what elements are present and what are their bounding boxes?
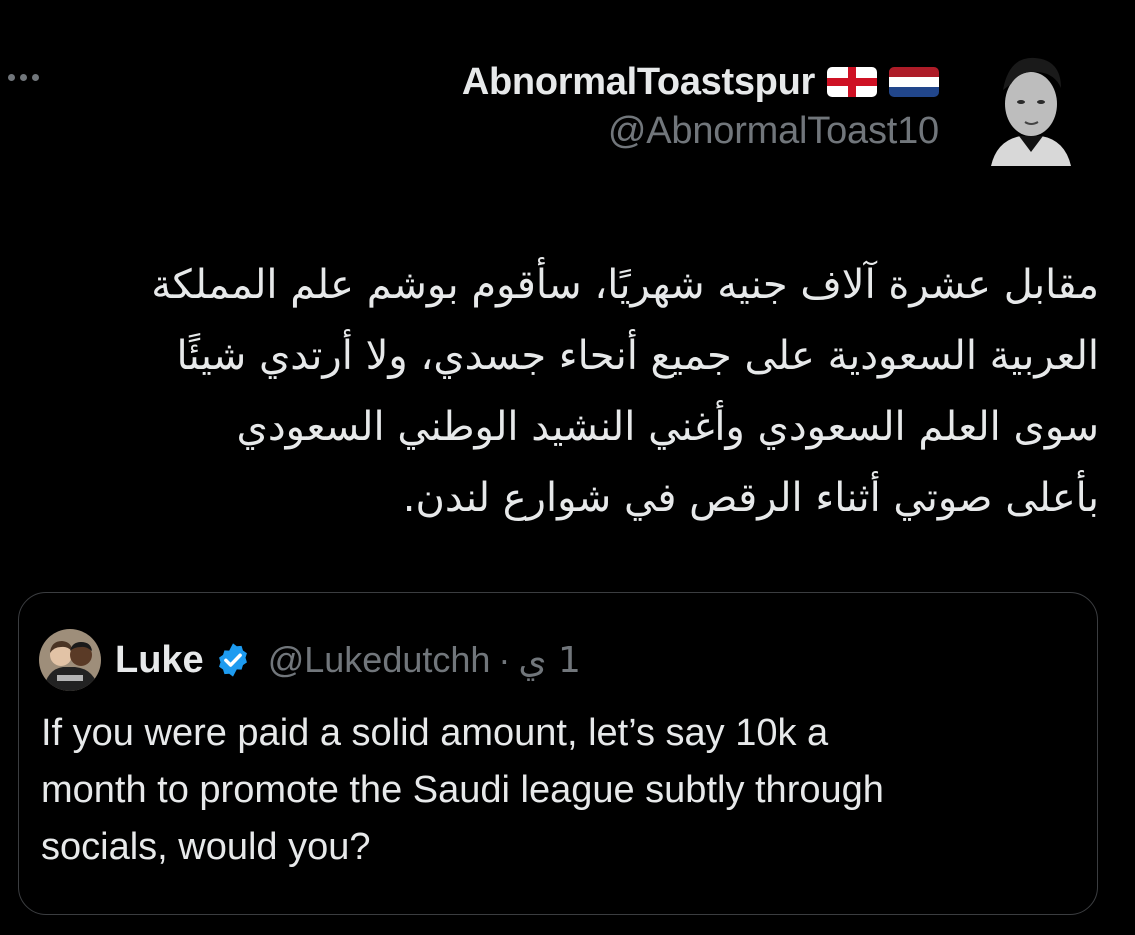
author-display-name[interactable]: AbnormalToastspur [462,61,815,104]
verified-badge-icon [214,641,252,679]
more-dot [32,73,39,81]
quote-header: Luke @Lukedutchh · 1 ي [39,629,581,691]
display-name-row: AbnormalToastspur [462,58,939,106]
author-avatar[interactable] [981,44,1078,166]
author-handle[interactable]: @AbnormalToast10 [462,110,939,153]
tweet-text-line: مقابل عشرة آلاف جنيه شهريًا، سأقوم بوشم … [151,262,1099,308]
tweet-text: مقابل عشرة آلاف جنيه شهريًا، سأقوم بوشم … [14,250,1099,534]
quote-author-name[interactable]: Luke [115,639,204,682]
quote-separator: · [498,639,511,680]
quote-text-line: month to promote the Saudi league subtly… [41,769,884,811]
profile-photo-icon [981,44,1078,166]
quote-text: If you were paid a solid amount, let’s s… [41,705,1071,876]
tweet-text-line: سوى العلم السعودي وأغني النشيد الوطني ال… [236,404,1099,450]
quote-avatar[interactable] [39,629,101,691]
tweet-text-line: العربية السعودية على جميع أنحاء جسدي، ول… [176,333,1099,379]
quote-author-handle[interactable]: @Lukedutchh [268,639,491,681]
more-options-button[interactable] [6,62,54,92]
quote-timestamp[interactable]: 1 ي [518,640,581,681]
more-dots-icon [8,73,15,81]
more-dot [20,73,27,81]
england-flag-icon [827,67,877,97]
quote-profile-photo-icon [39,629,101,691]
quote-text-line: socials, would you? [41,826,371,868]
tweet-author: AbnormalToastspur @AbnormalToast10 [462,58,939,153]
tweet-text-line: بأعلى صوتي أثناء الرقص في شوارع لندن. [402,475,1099,521]
netherlands-flag-icon [889,67,939,97]
quote-text-line: If you were paid a solid amount, let’s s… [41,712,829,754]
quoted-tweet[interactable]: Luke @Lukedutchh · 1 ي If you were paid … [18,592,1098,915]
